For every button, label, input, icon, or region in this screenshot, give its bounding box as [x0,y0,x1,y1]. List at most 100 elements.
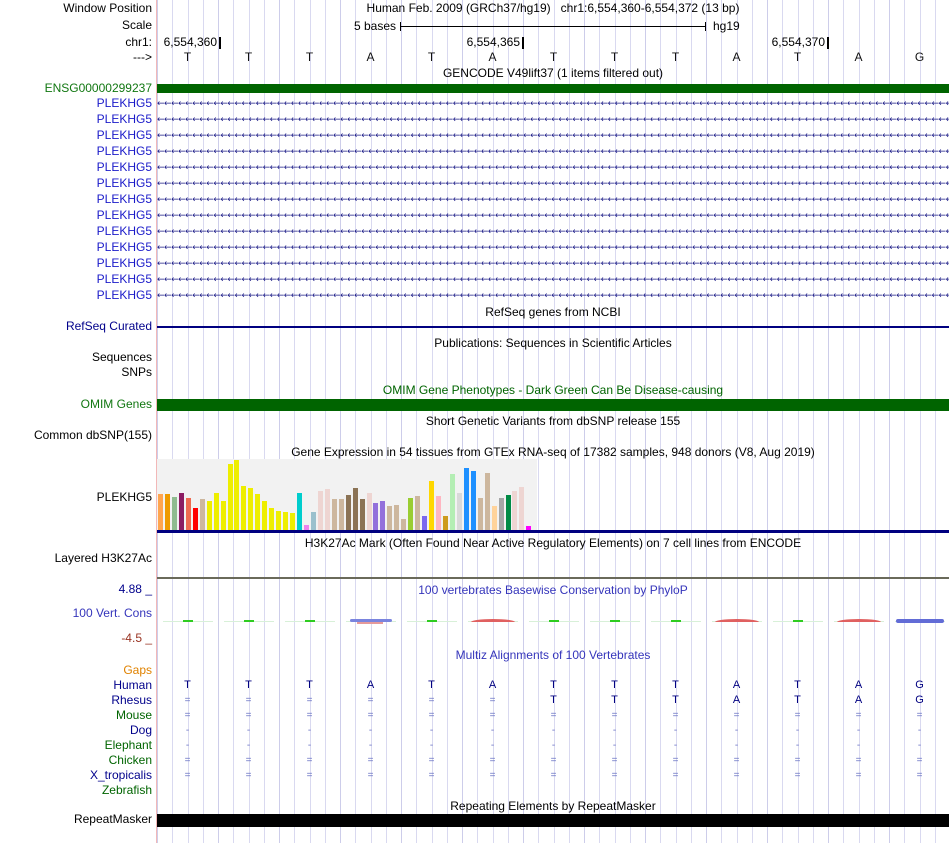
gtex-tissue-bar[interactable] [366,493,372,531]
gtex-tissue-bar[interactable] [206,501,212,531]
species-label[interactable]: Chicken [0,754,152,767]
gtex-tissue-bar[interactable] [283,512,289,531]
gtex-tissue-bar[interactable] [436,496,441,531]
transcript-intron-arrows[interactable]: ←←←←←←←←←←←←←←←←←←←←←←←←←←←←←←←←←←←←←←←←… [157,226,949,238]
phylop-positive-tick[interactable] [182,620,193,622]
gtex-tissue-bar[interactable] [429,481,435,531]
gtex-tissue-bar[interactable] [415,496,421,531]
h3k27ac-baseline[interactable] [157,577,949,579]
phylop-positive-tick[interactable] [548,620,559,622]
species-label[interactable]: X_tropicalis [0,769,152,782]
gtex-tissue-bar[interactable] [359,499,365,531]
transcript-intron-arrows[interactable]: ←←←←←←←←←←←←←←←←←←←←←←←←←←←←←←←←←←←←←←←←… [157,178,949,190]
transcript-label[interactable]: PLEKHG5 [0,225,152,238]
transcript-label[interactable]: PLEKHG5 [0,113,152,126]
transcript-intron-arrows[interactable]: ←←←←←←←←←←←←←←←←←←←←←←←←←←←←←←←←←←←←←←←←… [157,162,949,174]
transcript-label[interactable]: PLEKHG5 [0,273,152,286]
gtex-tissue-bar[interactable] [164,494,170,531]
common-dbsnp-label[interactable]: Common dbSNP(155) [0,429,152,442]
gtex-tissue-bar[interactable] [220,501,226,531]
gtex-tissue-bar[interactable] [484,473,490,531]
phylop-positive-tick[interactable] [304,620,315,622]
gtex-tissue-bar[interactable] [345,495,351,531]
species-label[interactable]: Dog [0,724,152,737]
phylop-positive-tick[interactable] [609,620,620,622]
gtex-tissue-bar[interactable] [255,494,261,531]
gencode-gene-bar[interactable] [157,84,949,93]
gtex-tissue-bar[interactable] [408,498,414,531]
transcript-intron-arrows[interactable]: ←←←←←←←←←←←←←←←←←←←←←←←←←←←←←←←←←←←←←←←←… [157,274,949,286]
phylop-positive-mark[interactable] [714,618,759,622]
gtex-tissue-bar[interactable] [331,499,337,531]
transcript-label[interactable]: PLEKHG5 [0,209,152,222]
transcript-intron-arrows[interactable]: ←←←←←←←←←←←←←←←←←←←←←←←←←←←←←←←←←←←←←←←←… [157,130,949,142]
species-label[interactable]: Mouse [0,709,152,722]
transcript-intron-arrows[interactable]: ←←←←←←←←←←←←←←←←←←←←←←←←←←←←←←←←←←←←←←←←… [157,258,949,270]
gtex-tissue-bar[interactable] [456,493,462,531]
phylop-negative-wide-mark[interactable] [895,619,944,623]
refseq-curated-label[interactable]: RefSeq Curated [0,320,152,333]
gtex-tissue-bar[interactable] [297,493,302,531]
transcript-intron-arrows[interactable]: ←←←←←←←←←←←←←←←←←←←←←←←←←←←←←←←←←←←←←←←←… [157,242,949,254]
species-label[interactable]: Human [0,679,152,692]
gtex-tissue-bar[interactable] [290,513,296,531]
gtex-tissue-bar[interactable] [158,494,163,531]
phylop-positive-tick[interactable] [670,620,681,622]
gtex-tissue-bar[interactable] [394,505,400,531]
refseq-curated-line[interactable] [157,326,949,328]
gtex-tissue-bar[interactable] [241,486,247,531]
species-label[interactable]: Zebrafish [0,784,152,797]
phylop-positive-tick[interactable] [426,620,437,622]
phylop-positive-tick[interactable] [792,620,803,622]
gtex-tissue-bar[interactable] [470,471,476,531]
phylop-positive-mark[interactable] [836,618,881,622]
transcript-intron-arrows[interactable]: ←←←←←←←←←←←←←←←←←←←←←←←←←←←←←←←←←←←←←←←←… [157,114,949,126]
gtex-tissue-bar[interactable] [477,498,483,531]
gtex-tissue-bar[interactable] [422,516,428,531]
transcript-intron-arrows[interactable]: ←←←←←←←←←←←←←←←←←←←←←←←←←←←←←←←←←←←←←←←←… [157,98,949,110]
transcript-label[interactable]: PLEKHG5 [0,241,152,254]
gtex-tissue-bar[interactable] [505,495,511,531]
transcript-intron-arrows[interactable]: ←←←←←←←←←←←←←←←←←←←←←←←←←←←←←←←←←←←←←←←←… [157,210,949,222]
phylop-track-label[interactable]: 100 Vert. Cons [0,607,152,620]
phylop-positive-tick[interactable] [243,620,254,622]
species-label[interactable]: Rhesus [0,694,152,707]
gtex-tissue-bar[interactable] [352,488,358,531]
gtex-tissue-bar[interactable] [373,503,379,531]
gtex-tissue-bar[interactable] [498,498,504,531]
phylop-positive-mark[interactable] [470,618,515,622]
omim-genes-label[interactable]: OMIM Genes [0,398,152,411]
gtex-tissue-bar[interactable] [324,489,330,531]
transcript-intron-arrows[interactable]: ←←←←←←←←←←←←←←←←←←←←←←←←←←←←←←←←←←←←←←←←… [157,146,949,158]
gtex-tissue-bar[interactable] [449,474,455,531]
species-label[interactable]: Elephant [0,739,152,752]
gtex-tissue-bar[interactable] [269,508,275,531]
gtex-tissue-bar[interactable] [199,499,205,531]
transcript-label[interactable]: PLEKHG5 [0,257,152,270]
transcript-label[interactable]: PLEKHG5 [0,193,152,206]
transcript-intron-arrows[interactable]: ←←←←←←←←←←←←←←←←←←←←←←←←←←←←←←←←←←←←←←←←… [157,290,949,302]
gtex-tissue-bar[interactable] [185,498,191,531]
gencode-gene-label[interactable]: ENSG00000299237 [0,82,152,95]
gtex-tissue-bar[interactable] [213,493,219,531]
transcript-intron-arrows[interactable]: ←←←←←←←←←←←←←←←←←←←←←←←←←←←←←←←←←←←←←←←←… [157,194,949,206]
gtex-tissue-bar[interactable] [491,506,497,531]
gtex-tissue-bar[interactable] [512,491,518,531]
snps-label[interactable]: SNPs [0,366,152,379]
gtex-tissue-bar[interactable] [178,493,184,531]
gtex-tissue-bar[interactable] [192,508,198,531]
gtex-tissue-bar[interactable] [387,506,393,531]
gtex-tissue-bar[interactable] [442,516,448,531]
gtex-tissue-bar[interactable] [262,501,268,531]
gtex-tissue-bar[interactable] [519,487,525,531]
multiz-gaps-label[interactable]: Gaps [0,664,152,677]
transcript-label[interactable]: PLEKHG5 [0,289,152,302]
gtex-tissue-bar[interactable] [380,501,386,531]
transcript-label[interactable]: PLEKHG5 [0,145,152,158]
gtex-tissue-bar[interactable] [338,499,344,531]
gtex-tissue-bar[interactable] [276,511,282,531]
gtex-tissue-bar[interactable] [171,497,177,531]
repeatmasker-bar[interactable] [157,814,949,827]
gtex-tissue-bar[interactable] [248,488,254,531]
transcript-label[interactable]: PLEKHG5 [0,97,152,110]
